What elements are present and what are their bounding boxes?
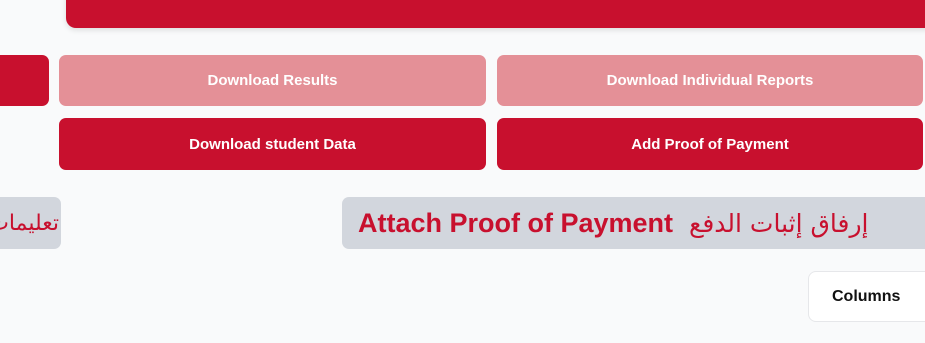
add-proof-of-payment-button[interactable]: Add Proof of Payment (497, 118, 923, 170)
left-partial-button[interactable] (0, 55, 49, 106)
attach-proof-of-payment-english: Attach Proof of Payment (358, 207, 674, 238)
download-student-data-button[interactable]: Download student Data (59, 118, 486, 170)
download-individual-reports-button[interactable]: Download Individual Reports (497, 55, 923, 106)
attach-proof-of-payment-arabic: إرفاق إثبات الدفع (689, 208, 869, 238)
top-banner (66, 0, 925, 28)
instructions-tag-arabic: تعليمات (0, 210, 59, 236)
instructions-tag[interactable]: تعليمات (0, 197, 61, 249)
columns-button[interactable]: Columns (808, 271, 925, 322)
download-results-button[interactable]: Download Results (59, 55, 486, 106)
attach-proof-of-payment-tag[interactable]: Attach Proof of Payment إرفاق إثبات الدف… (342, 197, 925, 249)
